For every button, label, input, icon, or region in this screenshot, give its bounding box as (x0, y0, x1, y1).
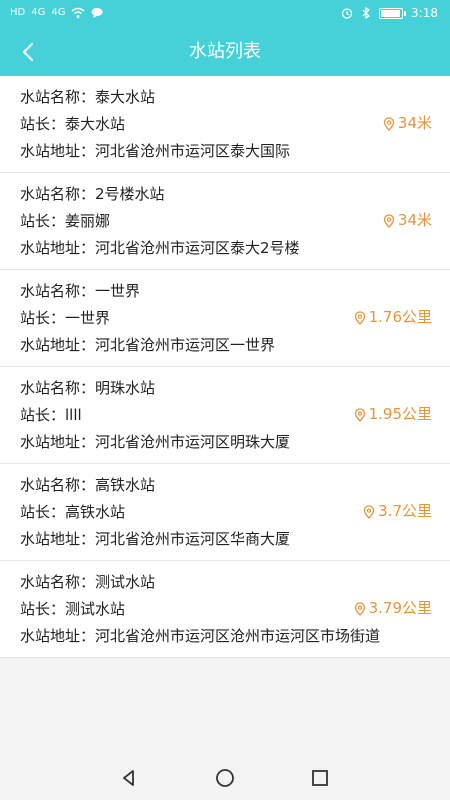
station-name-label: 水站名称： (20, 573, 96, 591)
station-address: 河北省沧州市运河区一世界 (95, 336, 276, 354)
station-manager-label: 站长： (20, 406, 66, 424)
station-name-row: 水站名称：测试水站 (20, 569, 450, 596)
list-item[interactable]: 水站名称：一世界 站长：一世界 水站地址：河北省沧州市运河区一世界 1.76公里 (0, 270, 450, 367)
bluetooth-icon (362, 7, 370, 19)
battery-icon (379, 7, 407, 19)
station-address-label: 水站地址： (20, 627, 96, 645)
station-manager: 高铁水站 (65, 503, 126, 521)
station-address-row: 水站地址：河北省沧州市运河区泰大国际 (20, 138, 450, 165)
station-address-label: 水站地址： (20, 239, 96, 257)
station-name: 2号楼水站 (95, 185, 165, 203)
location-pin-icon (354, 407, 365, 422)
station-manager: 测试水站 (65, 600, 126, 618)
status-right: 3:18 (341, 6, 438, 20)
distance-value: 3.79公里 (368, 599, 432, 617)
list-item[interactable]: 水站名称：测试水站 站长：测试水站 水站地址：河北省沧州市运河区沧州市运河区市场… (0, 561, 450, 658)
location-pin-icon (383, 116, 395, 131)
system-navigation-bar (0, 758, 450, 800)
list-item[interactable]: 水站名称：明珠水站 站长：llll 水站地址：河北省沧州市运河区明珠大厦 1.9… (0, 367, 450, 464)
distance: 34米 (382, 110, 432, 137)
distance: 34米 (382, 207, 432, 234)
station-manager: 泰大水站 (65, 115, 126, 133)
location-pin-icon (354, 310, 365, 325)
station-name-row: 水站名称：2号楼水站 (20, 181, 450, 208)
station-name: 一世界 (95, 282, 141, 300)
station-name-label: 水站名称： (20, 282, 96, 300)
station-address-row: 水站地址：河北省沧州市运河区泰大2号楼 (20, 235, 450, 262)
station-name: 测试水站 (95, 573, 156, 591)
battery-level (381, 9, 400, 17)
station-address-row: 水站地址：河北省沧州市运河区华商大厦 (20, 526, 450, 553)
distance-value: 34米 (397, 114, 432, 132)
hd-icon: HD (10, 7, 26, 18)
station-name-row: 水站名称：泰大水站 (20, 84, 450, 111)
station-address-label: 水站地址： (20, 142, 96, 160)
station-manager: llll (65, 406, 82, 424)
station-name-label: 水站名称： (20, 379, 96, 397)
title-bar: 水站列表 (0, 28, 450, 76)
signal-4g-icon: 4G (51, 7, 66, 18)
station-manager-label: 站长： (20, 600, 66, 618)
station-address: 河北省沧州市运河区沧州市运河区市场街道 (95, 627, 381, 645)
list-item[interactable]: 水站名称：泰大水站 站长：泰大水站 水站地址：河北省沧州市运河区泰大国际 34米 (0, 76, 450, 173)
station-name: 明珠水站 (95, 379, 156, 397)
station-address-row: 水站地址：河北省沧州市运河区沧州市运河区市场街道 (20, 623, 450, 650)
list-item[interactable]: 水站名称：2号楼水站 站长：姜丽娜 水站地址：河北省沧州市运河区泰大2号楼 34… (0, 173, 450, 270)
station-manager-label: 站长： (20, 212, 66, 230)
distance-value: 34米 (397, 211, 432, 229)
station-address: 河北省沧州市运河区泰大国际 (95, 142, 291, 160)
location-pin-icon (354, 601, 365, 616)
distance: 1.95公里 (353, 401, 432, 428)
alarm-icon (341, 8, 353, 19)
distance: 1.76公里 (353, 304, 432, 331)
distance: 3.7公里 (362, 498, 432, 525)
station-manager-label: 站长： (20, 503, 66, 521)
station-manager: 一世界 (65, 309, 111, 327)
status-time: 3:18 (411, 6, 438, 20)
station-address: 河北省沧州市运河区华商大厦 (95, 530, 291, 548)
station-manager: 姜丽娜 (65, 212, 111, 230)
station-name: 泰大水站 (95, 88, 156, 106)
distance-value: 1.95公里 (368, 405, 432, 423)
signal-4g-icon: 4G (31, 7, 46, 18)
distance-value: 1.76公里 (368, 308, 432, 326)
station-address-label: 水站地址： (20, 530, 96, 548)
station-address: 河北省沧州市运河区明珠大厦 (95, 433, 291, 451)
station-address-label: 水站地址： (20, 336, 96, 354)
station-name-row: 水站名称：一世界 (20, 278, 450, 305)
station-name-label: 水站名称： (20, 88, 96, 106)
station-address-row: 水站地址：河北省沧州市运河区明珠大厦 (20, 429, 450, 456)
status-bar: HD 4G 4G 3:18 (0, 0, 450, 28)
station-name-label: 水站名称： (20, 476, 96, 494)
triangle-back-icon[interactable] (118, 767, 140, 789)
water-station-list: 水站名称：泰大水站 站长：泰大水站 水站地址：河北省沧州市运河区泰大国际 34米… (0, 76, 450, 658)
location-pin-icon (383, 213, 395, 228)
location-pin-icon (363, 504, 375, 519)
station-manager-label: 站长： (20, 309, 66, 327)
status-left: HD 4G 4G (10, 7, 103, 19)
list-item[interactable]: 水站名称：高铁水站 站长：高铁水站 水站地址：河北省沧州市运河区华商大厦 3.7… (0, 464, 450, 561)
square-recent-icon[interactable] (309, 767, 331, 789)
distance-value: 3.7公里 (378, 502, 432, 520)
station-name: 高铁水站 (95, 476, 156, 494)
station-name-label: 水站名称： (20, 185, 96, 203)
station-address-label: 水站地址： (20, 433, 96, 451)
wifi-icon (72, 7, 85, 18)
station-name-row: 水站名称：明珠水站 (20, 375, 450, 402)
station-address: 河北省沧州市运河区泰大2号楼 (95, 239, 300, 257)
page-title: 水站列表 (189, 41, 261, 62)
station-manager-label: 站长： (20, 115, 66, 133)
circle-home-icon[interactable] (214, 767, 236, 789)
message-icon (91, 8, 103, 18)
station-address-row: 水站地址：河北省沧州市运河区一世界 (20, 332, 450, 359)
station-name-row: 水站名称：高铁水站 (20, 472, 450, 499)
distance: 3.79公里 (353, 595, 432, 622)
